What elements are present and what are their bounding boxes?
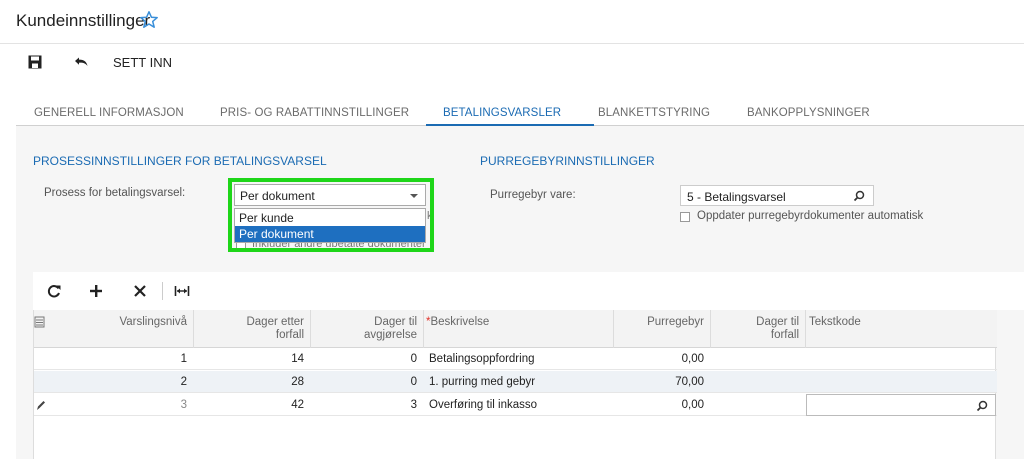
cell-fee[interactable]: 0,00 [619, 353, 704, 365]
save-icon[interactable] [28, 55, 42, 69]
header-days-after-2[interactable]: forfall [204, 329, 304, 342]
cell-days-after[interactable]: 42 [204, 399, 304, 411]
table-row-editing[interactable]: 3 42 3 Overføring til inkasso 0,00 [34, 394, 997, 416]
table-row[interactable]: 2 28 0 1. purring med gebyr 70,00 [34, 371, 997, 393]
column-divider[interactable] [710, 310, 711, 348]
cell-days-after[interactable]: 14 [204, 353, 304, 365]
fee-item-value: 5 - Betalingsvarsel [687, 190, 786, 204]
header-days-to-due-1[interactable]: Dager til [716, 316, 799, 329]
header-description-label: Beskrivelse [430, 316, 490, 328]
highlight-frame [228, 178, 434, 252]
header-days-after-1[interactable]: Dager etter [204, 316, 304, 329]
fee-section-title: PURREGEBYRINNSTILLINGER [480, 154, 655, 168]
grid-header: Varslingsnivå Dager etter forfall Dager … [34, 310, 997, 348]
cell-days-after[interactable]: 28 [204, 376, 304, 388]
cell-days-settle[interactable]: 0 [316, 353, 417, 365]
header-days-settle-1[interactable]: Dager til [316, 316, 417, 329]
refresh-icon[interactable] [45, 282, 63, 300]
fit-columns-icon[interactable] [173, 282, 191, 300]
cell-level[interactable]: 3 [74, 399, 187, 411]
cell-description[interactable]: Overføring til inkasso [429, 399, 537, 411]
cell-description[interactable]: Betalingsoppfordring [429, 353, 535, 365]
grid-toolbar [33, 272, 1024, 310]
column-divider[interactable] [310, 310, 311, 348]
column-settings-icon[interactable] [34, 316, 46, 328]
delete-row-icon[interactable] [131, 282, 149, 300]
toolbar-divider [162, 282, 163, 300]
column-divider[interactable] [193, 310, 194, 348]
tab-bar: GENERELL INFORMASJON PRIS- OG RABATTINNS… [16, 100, 1024, 126]
cell-days-settle[interactable]: 3 [316, 399, 417, 411]
reminder-levels-grid: Varslingsnivå Dager etter forfall Dager … [33, 310, 997, 459]
header-days-settle-2[interactable]: avgjørelse [316, 329, 417, 342]
fee-item-lookup[interactable]: 5 - Betalingsvarsel [680, 185, 874, 206]
header-level[interactable]: Varslingsnivå [74, 316, 187, 329]
column-divider[interactable] [805, 310, 806, 348]
cell-fee[interactable]: 0,00 [619, 399, 704, 411]
fee-field-label: Purregebyr vare: [490, 189, 576, 201]
pencil-icon [37, 401, 45, 410]
column-divider[interactable] [613, 310, 614, 348]
header-text-code[interactable]: Tekstkode [809, 316, 861, 329]
text-code-input[interactable] [806, 394, 996, 416]
update-fee-docs-checkbox[interactable] [680, 212, 690, 222]
tab-general-info[interactable]: GENERELL INFORMASJON [34, 107, 184, 119]
cell-description[interactable]: 1. purring med gebyr [429, 376, 535, 388]
header-fee[interactable]: Purregebyr [619, 316, 704, 329]
tab-form-control[interactable]: BLANKETTSTYRING [598, 107, 710, 119]
header-days-to-due-2[interactable]: forfall [716, 329, 799, 342]
header-description[interactable]: *Beskrivelse [426, 316, 489, 329]
add-row-icon[interactable] [87, 282, 105, 300]
search-icon[interactable] [976, 400, 988, 412]
column-divider[interactable] [423, 310, 424, 348]
tab-payment-reminders[interactable]: BETALINGSVARSLER [443, 107, 561, 119]
tab-price-discount[interactable]: PRIS- OG RABATTINNSTILLINGER [220, 107, 409, 119]
star-icon[interactable] [139, 10, 159, 30]
table-row[interactable]: 1 14 0 Betalingsoppfordring 0,00 [34, 348, 997, 370]
undo-icon[interactable] [73, 55, 89, 69]
cell-level[interactable]: 2 [74, 376, 187, 388]
tab-bank-info[interactable]: BANKOPPLYSNINGER [747, 107, 870, 119]
insert-button[interactable]: SETT INN [113, 55, 172, 70]
update-fee-docs-label: Oppdater purregebyrdokumenter automatisk [697, 210, 924, 222]
search-icon[interactable] [853, 190, 865, 202]
process-field-label: Prosess for betalingsvarsel: [44, 187, 186, 199]
cell-level[interactable]: 1 [74, 353, 187, 365]
cell-fee[interactable]: 70,00 [619, 376, 704, 388]
process-section-title: PROSESSINNSTILLINGER FOR BETALINGSVARSEL [33, 154, 327, 168]
page-title: Kundeinnstillinger [16, 11, 151, 30]
cell-days-settle[interactable]: 0 [316, 376, 417, 388]
